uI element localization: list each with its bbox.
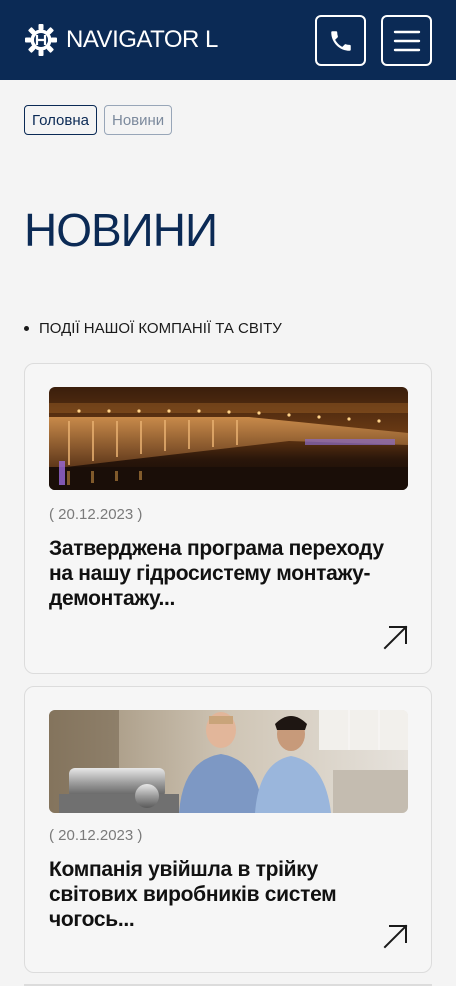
arrow-up-right-icon[interactable] <box>382 624 409 651</box>
phone-icon <box>330 30 351 51</box>
news-date: ( 20.12.2023 ) <box>49 506 143 523</box>
logo[interactable]: NAVIGATOR L <box>24 22 218 58</box>
news-card[interactable]: ( 20.12.2023 ) Затверджена програма пере… <box>24 363 432 674</box>
menu-button[interactable] <box>381 15 432 66</box>
call-button[interactable] <box>315 15 366 66</box>
bullet-icon <box>24 326 29 331</box>
breadcrumb-home[interactable]: Головна <box>24 105 97 135</box>
breadcrumb-current: Новини <box>104 105 173 135</box>
gear-logo-icon <box>25 24 57 56</box>
hamburger-menu-icon <box>393 30 420 51</box>
news-image-dam <box>49 387 408 490</box>
news-title[interactable]: Затверджена програма переходу на нашу гі… <box>49 536 401 611</box>
news-card[interactable]: ( 20.12.2023 ) Компанія увійшла в трійку… <box>24 686 432 973</box>
section-label-text: ПОДІЇ НАШОЇ КОМПАНІЇ ТА СВІТУ <box>39 320 282 337</box>
breadcrumb: Головна Новини <box>24 105 173 135</box>
site-header: NAVIGATOR L <box>0 0 456 80</box>
brand-name: NAVIGATOR L <box>66 26 218 53</box>
page-title: НОВИНИ <box>24 204 218 256</box>
news-title[interactable]: Компанія увійшла в трійку світових вироб… <box>49 857 401 932</box>
arrow-up-right-icon[interactable] <box>382 923 409 950</box>
section-label: ПОДІЇ НАШОЇ КОМПАНІЇ ТА СВІТУ <box>24 320 282 337</box>
news-image-engineers <box>49 710 408 813</box>
news-date: ( 20.12.2023 ) <box>49 827 143 844</box>
